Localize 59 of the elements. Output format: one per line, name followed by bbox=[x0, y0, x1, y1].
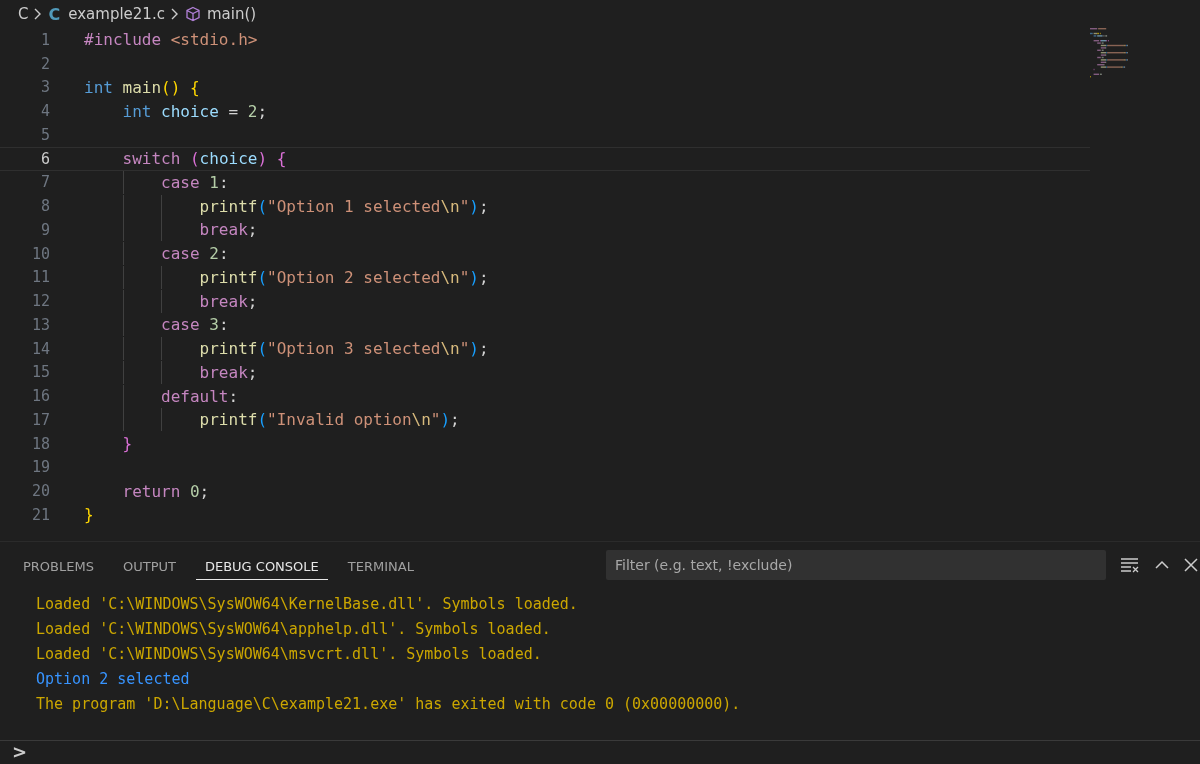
line-number: 19 bbox=[30, 458, 50, 477]
code-line: break; bbox=[84, 220, 258, 240]
code-line: case 3: bbox=[84, 315, 229, 335]
panel-tab[interactable]: TERMINAL bbox=[338, 550, 423, 580]
chevron-icon bbox=[170, 8, 179, 20]
code-line: printf("Invalid option\n"); bbox=[84, 410, 460, 430]
line-number: 14 bbox=[30, 339, 50, 358]
code-line: switch (choice) { bbox=[121, 149, 287, 169]
console-line: Option 2 selected bbox=[36, 669, 191, 690]
console-line: Loaded 'C:\WINDOWS\SysWOW64\msvcrt.dll'. Symbols loaded. bbox=[36, 644, 543, 665]
line-number: 2 bbox=[39, 54, 50, 73]
code-line: case 2: bbox=[84, 244, 229, 264]
line-number: 18 bbox=[30, 434, 50, 453]
code-line: break; bbox=[84, 291, 258, 311]
code-line: printf("Option 2 selected\n"); bbox=[84, 267, 489, 287]
chevron-icon bbox=[34, 8, 43, 20]
code-line: } bbox=[84, 505, 94, 525]
breadcrumb-item[interactable]: main() bbox=[206, 5, 257, 23]
code-line: return 0; bbox=[121, 481, 210, 501]
code-line: int main() { bbox=[84, 77, 200, 97]
breadcrumb-item[interactable]: C bbox=[18, 5, 29, 23]
line-number: 17 bbox=[30, 410, 50, 429]
line-number: 8 bbox=[39, 197, 50, 216]
cube-icon bbox=[184, 6, 201, 22]
code-line: printf("Option 3 selected\n"); bbox=[84, 339, 489, 359]
file-type-icon: C bbox=[48, 4, 61, 24]
line-number: 5 bbox=[39, 125, 50, 144]
line-number: 16 bbox=[30, 387, 50, 406]
console-line: Loaded 'C:\WINDOWS\SysWOW64\apphelp.dll'. Symbols loaded. bbox=[36, 619, 552, 640]
code-line: printf("Option 1 selected\n"); bbox=[84, 196, 489, 216]
filter-field[interactable]: Filter (e.g. text, !exclude) bbox=[606, 550, 1106, 580]
code-line: break; bbox=[84, 362, 258, 382]
line-number: 7 bbox=[39, 173, 50, 192]
console-line: Loaded 'C:\WINDOWS\SysWOW64\KernelBase.dll'. Symbols loaded. bbox=[36, 594, 579, 615]
line-number: 21 bbox=[30, 505, 50, 524]
panel-tab[interactable]: OUTPUT bbox=[113, 550, 185, 580]
console-line: The program 'D:\Language\C\example21.exe' has exited with code 0 (0x00000000). bbox=[36, 694, 742, 715]
panel-tab[interactable]: PROBLEMS bbox=[14, 550, 103, 580]
line-number: 6 bbox=[39, 149, 50, 168]
line-number: 11 bbox=[30, 268, 50, 287]
code-line: int choice = 2; bbox=[121, 101, 268, 121]
line-number: 13 bbox=[30, 315, 50, 334]
console-prompt[interactable]: > bbox=[0, 740, 1200, 764]
line-number: 9 bbox=[39, 220, 50, 239]
line-number: 10 bbox=[30, 244, 50, 263]
line-number: 3 bbox=[39, 78, 50, 97]
line-number: 12 bbox=[30, 292, 50, 311]
line-number: 4 bbox=[39, 102, 50, 121]
code-line: } bbox=[121, 434, 133, 454]
code-line: case 1: bbox=[84, 172, 229, 192]
close-icon[interactable] bbox=[1184, 558, 1198, 572]
line-number: 15 bbox=[30, 363, 50, 382]
line-number: 1 bbox=[39, 30, 50, 49]
code-line: default: bbox=[84, 386, 239, 406]
line-number: 20 bbox=[30, 482, 50, 501]
panel-tab[interactable]: DEBUG CONSOLE bbox=[195, 550, 328, 580]
clear-console-icon[interactable] bbox=[1120, 557, 1140, 573]
code-line: #include <stdio.h> bbox=[84, 30, 258, 50]
breadcrumb-item[interactable]: example21.c bbox=[68, 5, 165, 23]
